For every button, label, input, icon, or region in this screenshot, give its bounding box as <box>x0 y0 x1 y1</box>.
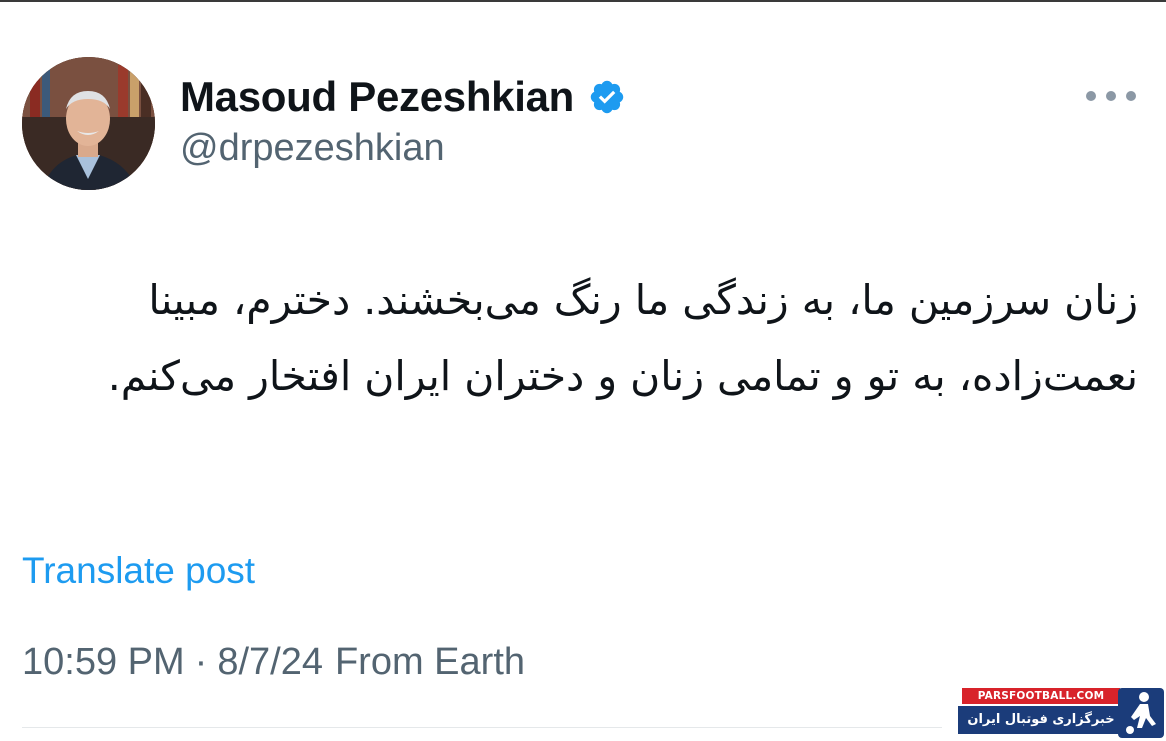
more-dot <box>1126 91 1136 101</box>
watermark-site: PARSFOOTBALL.COM <box>962 688 1120 704</box>
translate-post-link[interactable]: Translate post <box>22 550 255 592</box>
more-dot <box>1086 91 1096 101</box>
post-meta: 10:59 PM · 8/7/24 From Earth <box>22 641 525 684</box>
display-name[interactable]: Masoud Pezeshkian <box>180 73 574 121</box>
post-text: زنان سرزمین ما، به زندگی ما رنگ می‌بخشند… <box>107 276 1138 400</box>
divider <box>22 727 942 728</box>
verified-badge-icon <box>588 78 626 116</box>
profile-photo-icon <box>22 57 155 190</box>
avatar[interactable] <box>22 57 155 190</box>
top-border <box>0 0 1166 2</box>
watermark-logo-icon <box>1118 688 1164 738</box>
post-time[interactable]: 10:59 PM <box>22 641 185 684</box>
watermark: PARSFOOTBALL.COM خبرگزاری فوتبال ایران <box>958 688 1164 738</box>
watermark-tagline: خبرگزاری فوتبال ایران <box>958 706 1124 734</box>
post-source: From Earth <box>334 641 526 683</box>
post-date[interactable]: 8/7/24 <box>217 641 323 684</box>
meta-separator: · <box>194 641 208 683</box>
more-horizontal-icon[interactable] <box>1086 84 1136 108</box>
more-dot <box>1106 91 1116 101</box>
author-name-row: Masoud Pezeshkian <box>180 72 626 122</box>
user-handle[interactable]: @drpezeshkian <box>180 127 445 170</box>
